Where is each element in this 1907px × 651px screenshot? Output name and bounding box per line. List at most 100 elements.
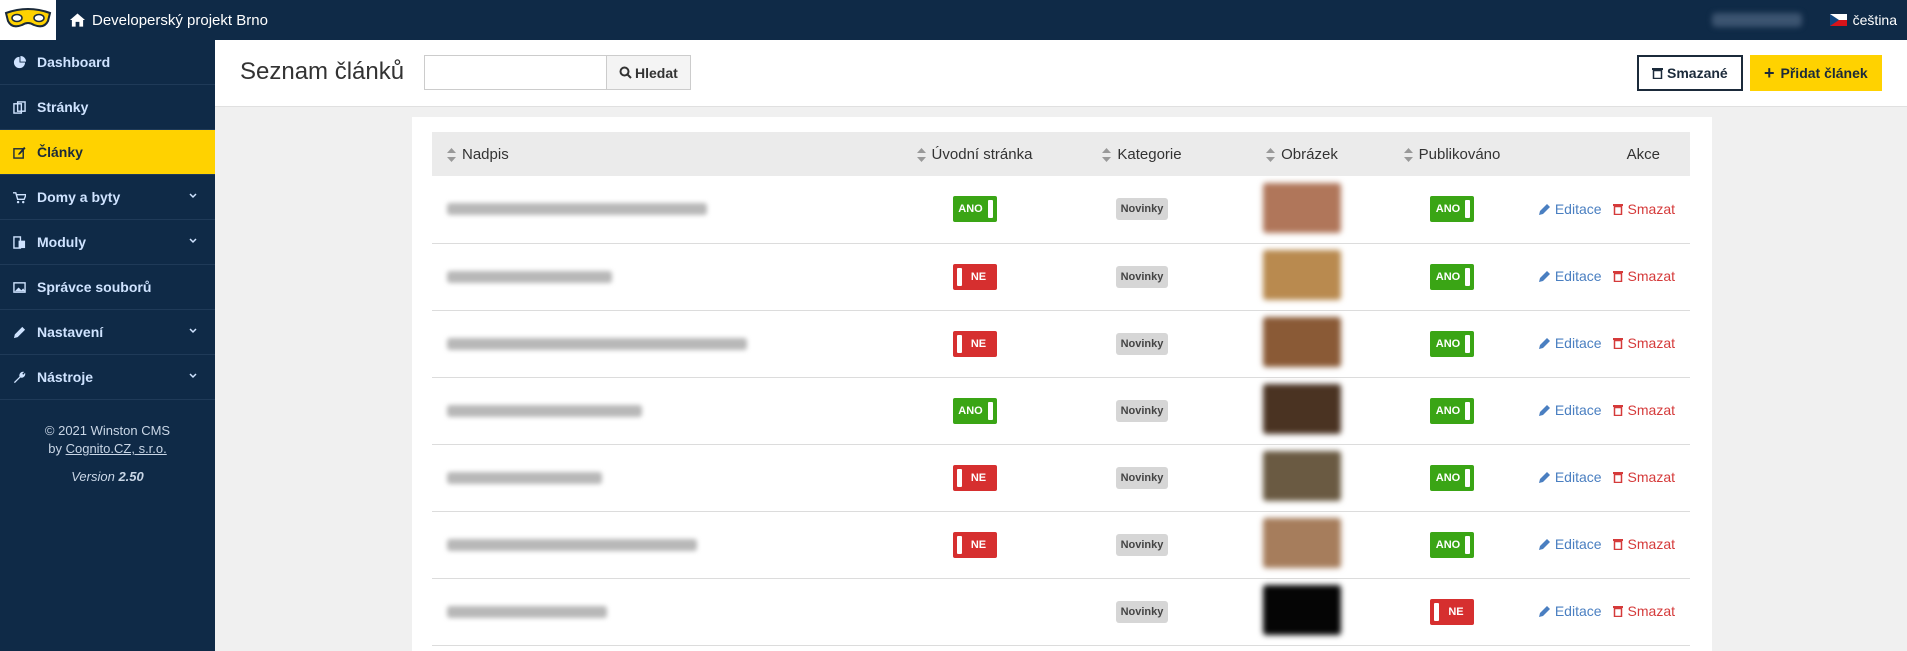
homepage-toggle[interactable]: NE — [952, 531, 997, 558]
image-cell — [1227, 243, 1377, 310]
delete-label: Smazat — [1627, 335, 1675, 351]
article-title-link[interactable] — [447, 605, 607, 618]
column-header-homepage[interactable]: Úvodní stránka — [892, 132, 1057, 176]
published-cell: ANO — [1377, 444, 1527, 511]
sidebar-item-dashboard[interactable]: Dashboard — [0, 40, 215, 85]
edit-link[interactable]: Editace — [1538, 335, 1602, 351]
pencil-icon — [1538, 606, 1550, 617]
edit-link[interactable]: Editace — [1538, 201, 1602, 217]
edit-label: Editace — [1554, 402, 1602, 418]
table-row: ANO Novinky ANO Editace Smazat — [432, 176, 1690, 243]
sidebar-item-tools[interactable]: Nástroje — [0, 355, 215, 400]
home-icon — [70, 13, 85, 27]
search-input[interactable] — [424, 55, 606, 90]
delete-link[interactable]: Smazat — [1612, 268, 1675, 284]
category-badge: Novinky — [1115, 533, 1169, 556]
article-title-link[interactable] — [447, 270, 612, 283]
trash-icon — [1612, 271, 1623, 282]
czech-flag-icon — [1829, 14, 1847, 26]
sidebar-item-file-manager[interactable]: Správce souborů — [0, 265, 215, 310]
homepage-toggle[interactable]: NE — [952, 330, 997, 357]
article-thumbnail — [1263, 317, 1341, 367]
actions-cell: Editace Smazat — [1527, 377, 1690, 444]
published-toggle[interactable]: ANO — [1430, 464, 1474, 491]
delete-link[interactable]: Smazat — [1612, 469, 1675, 485]
edit-link[interactable]: Editace — [1538, 536, 1602, 552]
sidebar-item-articles[interactable]: Články — [0, 130, 215, 175]
homepage-toggle[interactable]: NE — [952, 464, 997, 491]
column-header-title[interactable]: Nadpis — [432, 132, 892, 176]
deleted-items-button[interactable]: Smazané — [1637, 55, 1743, 91]
table-row: NE Novinky ANO Editace Smazat — [432, 511, 1690, 578]
article-title-link[interactable] — [447, 538, 697, 551]
delete-link[interactable]: Smazat — [1612, 335, 1675, 351]
delete-link[interactable]: Smazat — [1612, 402, 1675, 418]
column-header-published[interactable]: Publikováno — [1377, 132, 1527, 176]
homepage-cell: ANO — [892, 176, 1057, 243]
published-toggle[interactable]: ANO — [1430, 330, 1474, 357]
published-cell: ANO — [1377, 310, 1527, 377]
homepage-cell: NE — [892, 310, 1057, 377]
chevron-down-icon — [189, 193, 197, 199]
homepage-cell: NE — [892, 444, 1057, 511]
homepage-toggle[interactable]: NE — [952, 263, 997, 290]
published-toggle[interactable]: ANO — [1430, 531, 1474, 558]
edit-link[interactable]: Editace — [1538, 469, 1602, 485]
table-row: NE Novinky ANO Editace Smazat — [432, 444, 1690, 511]
edit-link[interactable]: Editace — [1538, 268, 1602, 284]
delete-link[interactable]: Smazat — [1612, 201, 1675, 217]
article-title-link[interactable] — [447, 471, 602, 484]
delete-link[interactable]: Smazat — [1612, 536, 1675, 552]
column-header-image[interactable]: Obrázek — [1227, 132, 1377, 176]
published-cell: ANO — [1377, 176, 1527, 243]
top-bar: Developerský projekt Brno čeština — [0, 0, 1907, 40]
winston-logo[interactable] — [0, 0, 56, 40]
edit-link[interactable]: Editace — [1538, 603, 1602, 619]
image-cell — [1227, 377, 1377, 444]
homepage-toggle[interactable]: ANO — [952, 196, 997, 223]
published-toggle[interactable]: ANO — [1430, 397, 1474, 424]
add-article-button[interactable]: + Přidat článek — [1750, 55, 1882, 91]
wrench-icon — [12, 370, 26, 384]
search-button[interactable]: Hledat — [606, 55, 691, 90]
sidebar-item-pages[interactable]: Stránky — [0, 85, 215, 130]
column-header-category[interactable]: Kategorie — [1057, 132, 1227, 176]
mask-logo-icon — [4, 8, 52, 28]
actions-cell: Editace Smazat — [1527, 310, 1690, 377]
edit-link[interactable]: Editace — [1538, 402, 1602, 418]
delete-label: Smazat — [1627, 469, 1675, 485]
article-title-link[interactable] — [447, 337, 747, 350]
category-badge: Novinky — [1115, 466, 1169, 489]
title-cell — [432, 176, 892, 243]
search-button-label: Hledat — [635, 64, 678, 81]
sidebar-item-modules[interactable]: Moduly — [0, 220, 215, 265]
sort-icon — [916, 147, 926, 162]
category-cell: Novinky — [1057, 176, 1227, 243]
article-title-link[interactable] — [447, 203, 707, 216]
homepage-toggle[interactable]: ANO — [952, 397, 997, 424]
sidebar-item-label: Správce souborů — [37, 279, 152, 295]
project-link[interactable]: Developerský projekt Brno — [70, 12, 268, 29]
company-link[interactable]: Cognito.CZ, s.r.o. — [66, 441, 167, 456]
published-toggle[interactable]: ANO — [1430, 196, 1474, 223]
delete-link[interactable]: Smazat — [1612, 603, 1675, 619]
published-toggle[interactable]: ANO — [1430, 263, 1474, 290]
pencil-icon — [1538, 203, 1550, 215]
sidebar-item-houses[interactable]: Domy a byty — [0, 175, 215, 220]
published-toggle[interactable]: NE — [1430, 598, 1474, 625]
delete-label: Smazat — [1627, 536, 1675, 552]
articles-table: Nadpis Úvodní stránka Kategorie Obrázek … — [432, 132, 1690, 646]
search-icon — [619, 66, 632, 79]
article-title-link[interactable] — [447, 404, 642, 417]
pencil-icon — [12, 325, 26, 339]
version-info: Version 2.50 — [0, 468, 215, 486]
sidebar-item-settings[interactable]: Nastavení — [0, 310, 215, 355]
trash-icon — [1612, 606, 1623, 617]
published-cell: NE — [1377, 578, 1527, 645]
user-menu[interactable] — [1711, 13, 1802, 27]
deleted-button-label: Smazané — [1667, 65, 1728, 81]
published-cell: ANO — [1377, 377, 1527, 444]
image-icon — [12, 280, 26, 294]
category-badge: Novinky — [1115, 399, 1169, 422]
language-switcher[interactable]: čeština — [1829, 12, 1897, 28]
